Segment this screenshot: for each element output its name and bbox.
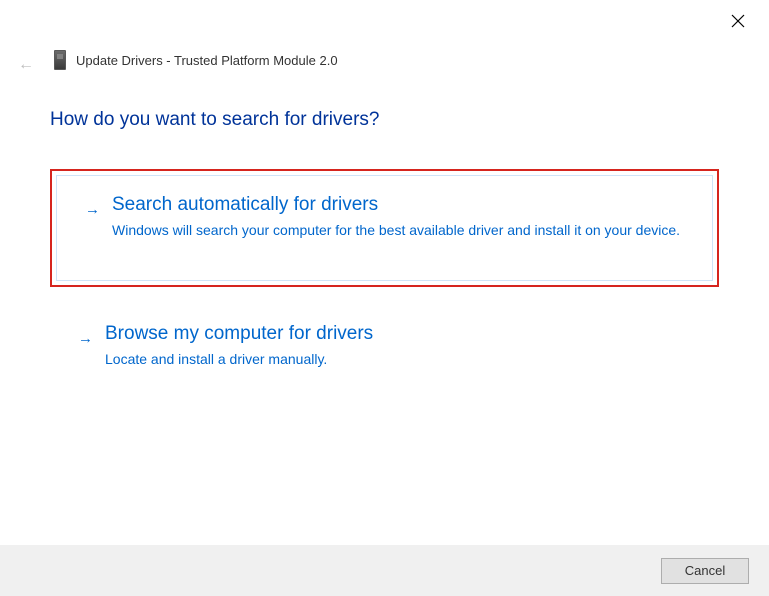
dialog-footer: Cancel [0, 545, 769, 596]
cancel-button[interactable]: Cancel [661, 558, 749, 584]
close-icon [731, 14, 745, 28]
device-chip-icon [54, 50, 66, 70]
arrow-right-icon: → [85, 201, 100, 218]
option-auto-title: Search automatically for drivers [112, 194, 688, 216]
arrow-right-icon: → [78, 330, 93, 347]
option-browse-desc: Locate and install a driver manually. [105, 350, 695, 369]
back-arrow-icon: ← [18, 56, 34, 73]
page-heading: How do you want to search for drivers? [50, 109, 719, 131]
option-search-automatically[interactable]: → Search automatically for drivers Windo… [56, 175, 713, 281]
content-area: How do you want to search for drivers? →… [50, 109, 719, 391]
option-browse-title: Browse my computer for drivers [105, 323, 695, 345]
option-auto-desc: Windows will search your computer for th… [112, 221, 688, 240]
close-button[interactable] [731, 14, 747, 30]
titlebar: Update Drivers - Trusted Platform Module… [54, 50, 338, 70]
option-browse-computer[interactable]: → Browse my computer for drivers Locate … [50, 305, 719, 391]
window-title: Update Drivers - Trusted Platform Module… [76, 53, 338, 68]
option-highlight-box: → Search automatically for drivers Windo… [50, 169, 719, 287]
back-button[interactable]: ← [18, 56, 34, 74]
